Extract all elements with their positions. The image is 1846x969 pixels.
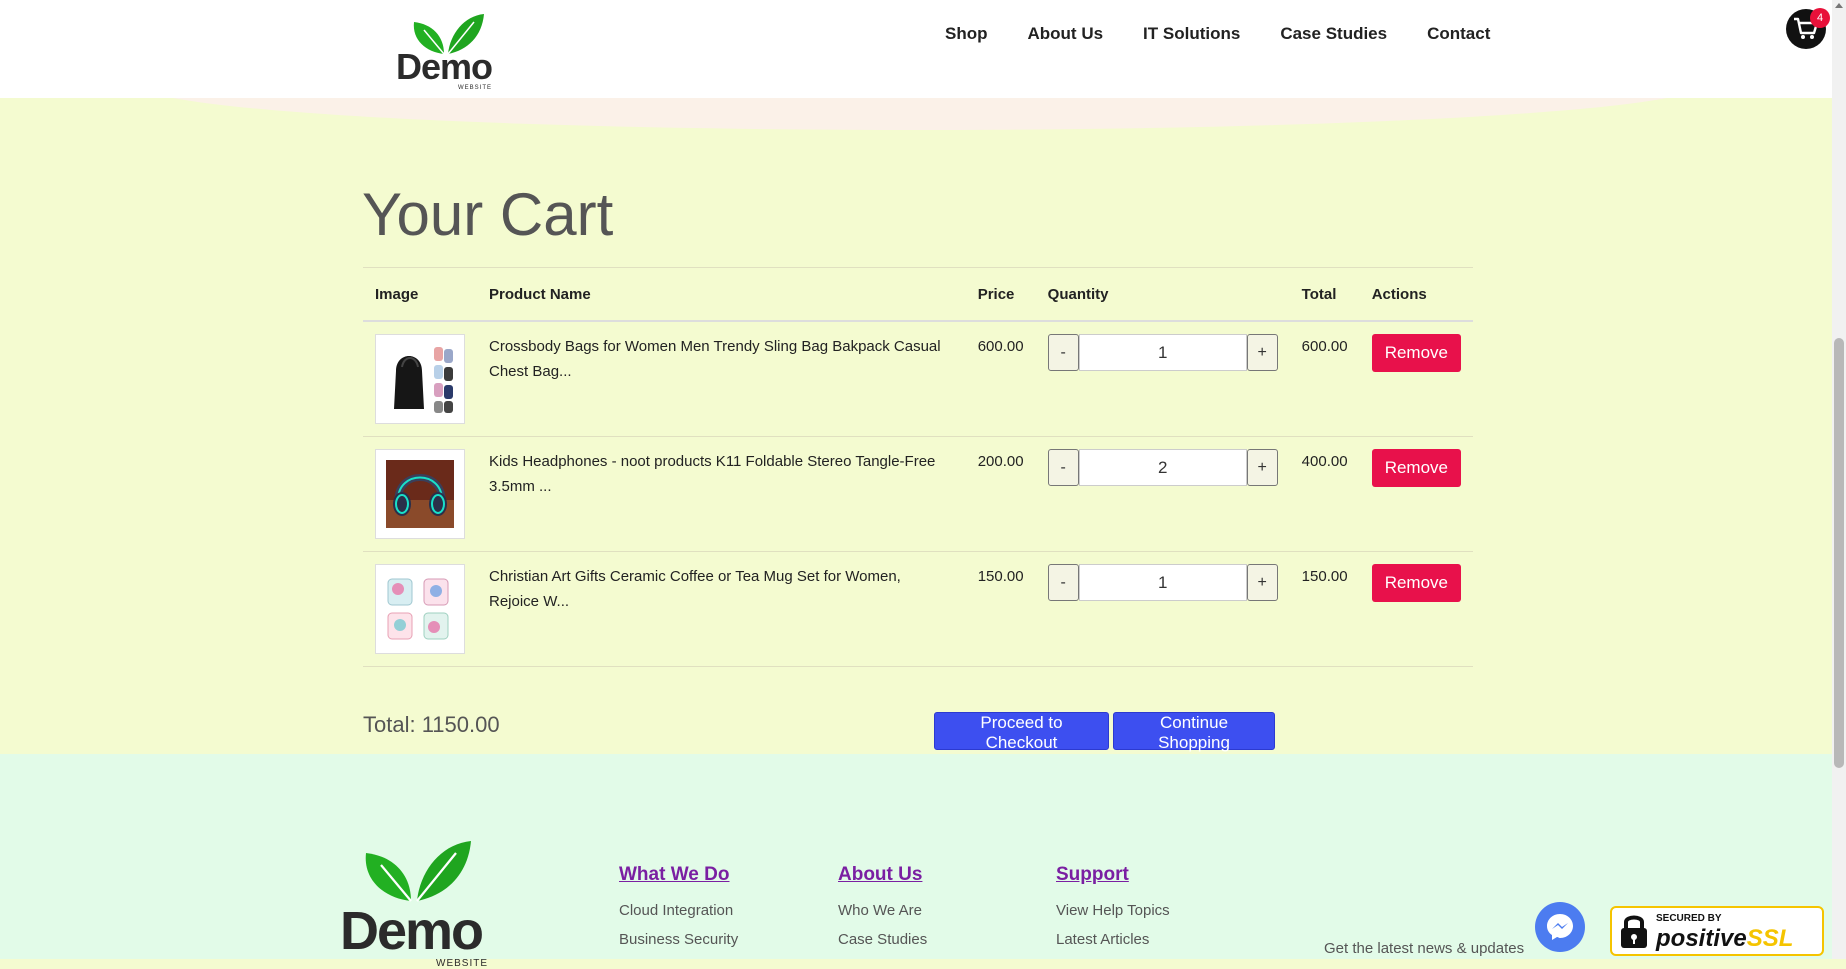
cell-actions: Remove — [1359, 321, 1473, 437]
footer-logo-word: Demo — [340, 901, 484, 961]
mugs-thumbnail-icon — [382, 571, 458, 647]
cell-actions: Remove — [1359, 551, 1473, 667]
footer-link-cloud-integration[interactable]: Cloud Integration — [619, 902, 738, 919]
nav-it-solutions[interactable]: IT Solutions — [1143, 24, 1240, 44]
quantity-stepper: - + — [1047, 564, 1278, 601]
qty-decrease-button[interactable]: - — [1047, 449, 1079, 486]
col-image: Image — [363, 267, 477, 322]
col-total: Total — [1289, 267, 1360, 322]
product-name: Crossbody Bags for Women Men Trendy Slin… — [477, 321, 966, 437]
remove-button[interactable]: Remove — [1371, 564, 1461, 602]
product-price: 600.00 — [965, 321, 1036, 437]
footer-link-view-help-topics[interactable]: View Help Topics — [1056, 902, 1170, 919]
footer-heading[interactable]: What We Do — [619, 864, 738, 886]
footer-link-case-studies[interactable]: Case Studies — [838, 931, 927, 948]
cell-quantity: - + — [1035, 321, 1290, 437]
footer-logo[interactable]: Demo WEBSITE — [340, 841, 500, 969]
product-price: 150.00 — [965, 551, 1036, 667]
proceed-to-checkout-button[interactable]: Proceed to Checkout — [934, 712, 1109, 752]
table-row: Christian Art Gifts Ceramic Coffee or Te… — [363, 551, 1473, 667]
padlock-icon — [1621, 915, 1647, 948]
remove-button[interactable]: Remove — [1371, 449, 1461, 487]
cart-total: Total: 1150.00 — [363, 712, 500, 737]
qty-increase-button[interactable]: + — [1246, 334, 1278, 371]
table-row: Crossbody Bags for Women Men Trendy Slin… — [363, 321, 1473, 437]
logo-subtext: WEBSITE — [458, 85, 493, 91]
quantity-stepper: - + — [1047, 334, 1278, 371]
cell-quantity: - + — [1035, 551, 1290, 667]
footer-link-who-we-are[interactable]: Who We Are — [838, 902, 927, 919]
logo-word: Demo — [396, 46, 493, 87]
scroll-up-arrow-icon[interactable] — [1835, 3, 1843, 8]
qty-input[interactable] — [1078, 564, 1247, 601]
footer-heading[interactable]: About Us — [838, 864, 927, 886]
cell-quantity: - + — [1035, 436, 1290, 552]
qty-increase-button[interactable]: + — [1246, 564, 1278, 601]
product-image-bag[interactable] — [375, 334, 465, 424]
messenger-icon — [1547, 914, 1573, 940]
ssl-brand-positive: positive — [1656, 925, 1747, 952]
product-total: 150.00 — [1289, 551, 1360, 667]
main-nav: Shop About Us IT Solutions Case Studies … — [945, 24, 1490, 44]
footer-logo-subtext: WEBSITE — [436, 958, 489, 969]
product-total: 400.00 — [1289, 436, 1360, 552]
product-image-headphones[interactable] — [375, 449, 465, 539]
footer-link-business-security[interactable]: Business Security — [619, 931, 738, 948]
newsletter-text: Get the latest news & updates — [1324, 940, 1525, 957]
ssl-brand: positiveSSL — [1656, 925, 1793, 953]
product-total: 600.00 — [1289, 321, 1360, 437]
cell-image — [363, 551, 477, 667]
col-product-name: Product Name — [477, 267, 966, 322]
cell-actions: Remove — [1359, 436, 1473, 552]
cart-count-badge: 4 — [1810, 8, 1830, 28]
nav-contact[interactable]: Contact — [1427, 24, 1490, 44]
headphones-thumbnail-icon — [386, 460, 454, 528]
site-header: Demo WEBSITE Shop About Us IT Solutions … — [0, 0, 1832, 98]
ssl-badge[interactable]: SECURED BY positiveSSL — [1610, 906, 1824, 956]
qty-input[interactable] — [1078, 449, 1247, 486]
product-name: Christian Art Gifts Ceramic Coffee or Te… — [477, 551, 966, 667]
leaf-logo-icon — [365, 841, 471, 902]
site-logo[interactable]: Demo WEBSITE — [396, 12, 500, 91]
continue-shopping-button[interactable]: Continue Shopping — [1113, 712, 1275, 752]
col-price: Price — [965, 267, 1036, 322]
remove-button[interactable]: Remove — [1371, 334, 1461, 372]
qty-input[interactable] — [1078, 334, 1247, 371]
cell-image — [363, 321, 477, 437]
product-price: 200.00 — [965, 436, 1036, 552]
footer-column-support: Support View Help Topics Latest Articles — [1056, 864, 1170, 948]
footer-column-what-we-do: What We Do Cloud Integration Business Se… — [619, 864, 738, 948]
table-row: Kids Headphones - noot products K11 Fold… — [363, 436, 1473, 552]
ssl-secured-text: SECURED BY — [1656, 913, 1722, 924]
messenger-chat-button[interactable] — [1535, 902, 1585, 952]
ssl-brand-ssl: SSL — [1746, 925, 1794, 952]
product-image-mugs[interactable] — [375, 564, 465, 654]
scrollbar-thumb[interactable] — [1834, 338, 1844, 768]
quantity-stepper: - + — [1047, 449, 1278, 486]
cell-image — [363, 436, 477, 552]
footer-heading[interactable]: Support — [1056, 864, 1170, 886]
nav-case-studies[interactable]: Case Studies — [1280, 24, 1387, 44]
bag-thumbnail-icon — [382, 341, 458, 417]
qty-decrease-button[interactable]: - — [1047, 564, 1079, 601]
footer-link-latest-articles[interactable]: Latest Articles — [1056, 931, 1170, 948]
qty-increase-button[interactable]: + — [1246, 449, 1278, 486]
col-quantity: Quantity — [1035, 267, 1290, 322]
nav-shop[interactable]: Shop — [945, 24, 988, 44]
product-name: Kids Headphones - noot products K11 Fold… — [477, 436, 966, 552]
col-actions: Actions — [1359, 267, 1473, 322]
footer-column-about-us: About Us Who We Are Case Studies — [838, 864, 927, 948]
table-header-row: Image Product Name Price Quantity Total … — [363, 267, 1473, 322]
page-title: Your Cart — [362, 181, 614, 248]
nav-about-us[interactable]: About Us — [1028, 24, 1104, 44]
cart-table: Image Product Name Price Quantity Total … — [363, 267, 1473, 667]
qty-decrease-button[interactable]: - — [1047, 334, 1079, 371]
